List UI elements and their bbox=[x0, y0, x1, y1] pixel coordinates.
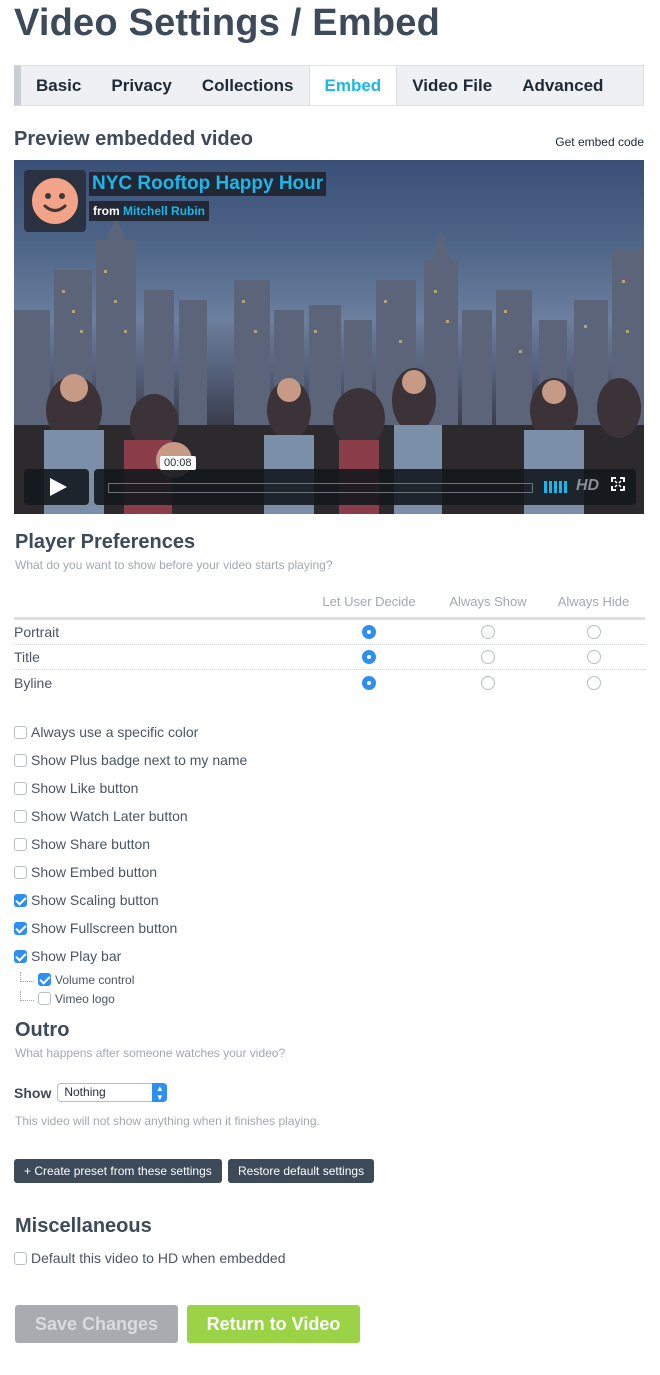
hd-default-label: Default this video to HD when embedded bbox=[31, 1250, 286, 1266]
option-label: Show Watch Later button bbox=[31, 808, 188, 824]
option-label: Show Scaling button bbox=[31, 892, 159, 908]
option-label: Always use a specific color bbox=[31, 724, 199, 740]
tree-connector bbox=[20, 971, 34, 982]
row-label-byline: Byline bbox=[14, 674, 53, 691]
embed-button-checkbox[interactable] bbox=[14, 865, 27, 879]
byline-always-hide-radio[interactable] bbox=[586, 675, 601, 690]
table-row: Portrait bbox=[14, 620, 645, 645]
option-label: Show Share button bbox=[31, 836, 151, 852]
option-label: Show Fullscreen button bbox=[31, 920, 178, 936]
get-embed-code-link[interactable]: Get embed code bbox=[555, 135, 644, 149]
byline-prefix: from bbox=[93, 204, 120, 218]
misc-heading: Miscellaneous bbox=[15, 1215, 152, 1237]
play-bar: 00:08 HD bbox=[94, 456, 636, 505]
table-row: Title bbox=[14, 645, 645, 670]
title-always-show-radio[interactable] bbox=[481, 650, 495, 664]
column-let-user-decide: Let User Decide bbox=[322, 594, 416, 609]
save-changes-button[interactable]: Save Changes bbox=[15, 1305, 178, 1343]
option-plus-badge[interactable]: Show Plus badge next to my name bbox=[14, 746, 247, 774]
tab-collections[interactable]: Collections bbox=[187, 66, 309, 105]
player-preferences-table: Let User Decide Always Show Always Hide … bbox=[14, 594, 645, 695]
option-embed-button[interactable]: Show Embed button bbox=[14, 858, 247, 886]
preview-heading: Preview embedded video bbox=[14, 128, 253, 150]
outro-heading: Outro bbox=[15, 1019, 70, 1041]
portrait-always-show-radio[interactable] bbox=[481, 625, 495, 639]
option-hd-default[interactable]: Default this video to HD when embedded bbox=[14, 1244, 285, 1272]
vimeo-logo-checkbox[interactable] bbox=[38, 992, 51, 1005]
option-label: Show Embed button bbox=[31, 864, 158, 880]
option-scaling-button[interactable]: Show Scaling button bbox=[14, 886, 247, 914]
row-label-title: Title bbox=[14, 649, 40, 665]
tab-basic[interactable]: Basic bbox=[21, 66, 96, 105]
byline-let-user-decide-radio[interactable] bbox=[362, 675, 376, 690]
row-label-portrait: Portrait bbox=[14, 624, 60, 640]
portrait-let-user-decide-radio[interactable] bbox=[362, 625, 376, 639]
outro-show-label: Show bbox=[14, 1084, 52, 1101]
option-label: Volume control bbox=[55, 972, 135, 987]
outro-note: This video will not show anything when i… bbox=[15, 1114, 320, 1128]
option-fullscreen-button[interactable]: Show Fullscreen button bbox=[14, 914, 247, 942]
tab-privacy[interactable]: Privacy bbox=[96, 66, 187, 105]
volume-control-checkbox[interactable] bbox=[38, 973, 51, 986]
settings-tabs: Basic Privacy Collections Embed Video Fi… bbox=[14, 65, 644, 106]
title-always-hide-radio[interactable] bbox=[586, 650, 601, 664]
option-volume-control[interactable]: Volume control bbox=[14, 970, 247, 989]
option-label: Vimeo logo bbox=[55, 991, 115, 1006]
portrait-always-hide-radio[interactable] bbox=[586, 625, 601, 639]
watch-later-checkbox[interactable] bbox=[14, 809, 27, 823]
table-row: Byline bbox=[14, 670, 645, 695]
option-label: Show Plus badge next to my name bbox=[31, 752, 248, 768]
tab-advanced[interactable]: Advanced bbox=[507, 66, 618, 105]
option-label: Show Play bar bbox=[31, 948, 122, 964]
scaling-button-checkbox[interactable] bbox=[14, 893, 27, 907]
tree-connector bbox=[20, 990, 34, 1001]
player-options-list: Always use a specific color Show Plus ba… bbox=[14, 718, 247, 1008]
tab-video-file[interactable]: Video File bbox=[397, 66, 507, 105]
byline-author[interactable]: Mitchell Rubin bbox=[123, 204, 205, 218]
play-bar-checkbox[interactable] bbox=[14, 949, 27, 963]
restore-defaults-button[interactable]: Restore default settings bbox=[228, 1159, 375, 1183]
play-button[interactable] bbox=[24, 469, 89, 505]
video-title[interactable]: NYC Rooftop Happy Hour bbox=[89, 172, 327, 196]
hd-default-checkbox[interactable] bbox=[14, 1251, 27, 1265]
smiley-avatar-icon bbox=[30, 176, 80, 226]
tab-embed[interactable]: Embed bbox=[308, 66, 398, 105]
volume-icon[interactable] bbox=[544, 481, 568, 493]
option-watch-later-button[interactable]: Show Watch Later button bbox=[14, 802, 247, 830]
timestamp-label: 00:08 bbox=[160, 456, 196, 470]
player-preferences-heading: Player Preferences bbox=[15, 531, 196, 553]
table-header: Let User Decide Always Show Always Hide bbox=[14, 594, 645, 620]
specific-color-checkbox[interactable] bbox=[14, 725, 27, 739]
option-label: Show Like button bbox=[31, 780, 139, 796]
column-always-show: Always Show bbox=[449, 594, 527, 609]
option-specific-color[interactable]: Always use a specific color bbox=[14, 718, 247, 746]
outro-select-value: Nothing bbox=[64, 1085, 106, 1099]
player-controls: 00:08 HD bbox=[24, 456, 636, 507]
page-title: Video Settings / Embed bbox=[14, 2, 440, 44]
play-icon bbox=[50, 478, 67, 496]
author-portrait[interactable] bbox=[24, 170, 86, 232]
player-preferences-subtitle: What do you want to show before your vid… bbox=[15, 558, 333, 572]
video-player[interactable]: NYC Rooftop Happy Hour from Mitchell Rub… bbox=[14, 160, 644, 514]
video-byline: from Mitchell Rubin bbox=[89, 201, 210, 221]
like-button-checkbox[interactable] bbox=[14, 781, 27, 795]
option-vimeo-logo[interactable]: Vimeo logo bbox=[14, 989, 247, 1008]
create-preset-button[interactable]: + Create preset from these settings bbox=[14, 1159, 222, 1183]
outro-select[interactable]: Nothing ▲ ▼ bbox=[57, 1083, 168, 1102]
outro-show-row: Show Nothing ▲ ▼ bbox=[14, 1083, 168, 1102]
plus-badge-checkbox[interactable] bbox=[14, 753, 27, 767]
hd-toggle[interactable]: HD bbox=[576, 477, 599, 495]
title-let-user-decide-radio[interactable] bbox=[362, 650, 376, 664]
fullscreen-button-checkbox[interactable] bbox=[14, 921, 27, 935]
byline-always-show-radio[interactable] bbox=[481, 675, 495, 690]
share-button-checkbox[interactable] bbox=[14, 837, 27, 851]
option-play-bar[interactable]: Show Play bar bbox=[14, 942, 247, 970]
progress-bar[interactable] bbox=[108, 483, 533, 493]
option-share-button[interactable]: Show Share button bbox=[14, 830, 247, 858]
column-always-hide: Always Hide bbox=[557, 594, 630, 609]
outro-subtitle: What happens after someone watches your … bbox=[15, 1046, 286, 1060]
chevron-up-down-icon: ▲ ▼ bbox=[152, 1083, 168, 1102]
return-to-video-button[interactable]: Return to Video bbox=[187, 1305, 360, 1343]
option-like-button[interactable]: Show Like button bbox=[14, 774, 247, 802]
